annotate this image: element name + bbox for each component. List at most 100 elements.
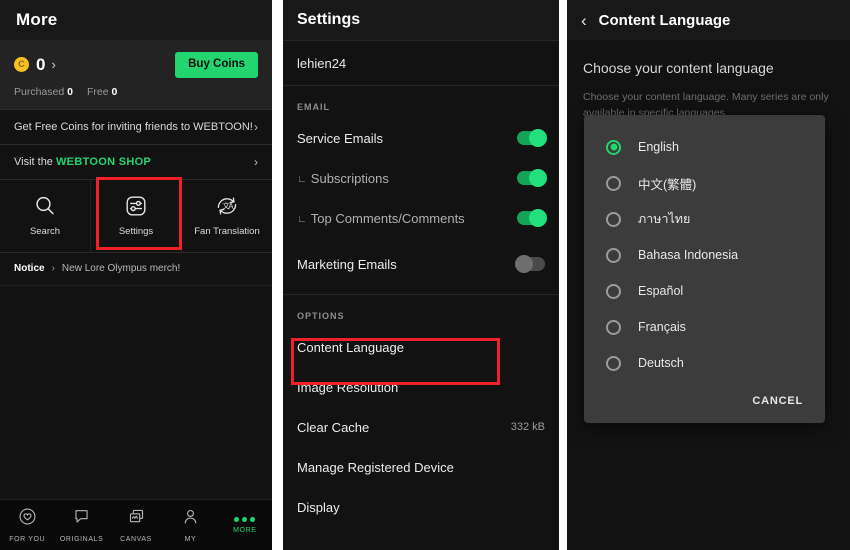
notice-row[interactable]: Notice › New Lore Olympus merch! [0, 253, 272, 286]
nav-item-more[interactable]: MORE [218, 500, 272, 550]
language-option-english[interactable]: English [584, 129, 825, 165]
content-language-panel: ‹ Content Language Choose your content l… [567, 0, 850, 550]
radio-icon [606, 355, 621, 371]
language-option-french[interactable]: Français [584, 309, 825, 345]
sliders-icon [124, 194, 148, 218]
quick-action-search[interactable]: Search [0, 180, 90, 252]
quick-action-grid: Search Settings 文 A Fan Translation [0, 178, 272, 253]
toggle-marketing-emails[interactable] [515, 255, 545, 273]
free-coins-label: Get Free Coins for inviting friends to W… [14, 120, 253, 133]
search-icon [33, 194, 57, 218]
toggle-top-comments[interactable] [517, 209, 547, 227]
language-select-dialog: English 中文(繁體) ภาษาไทย Bahasa Indonesia … [584, 115, 825, 423]
quick-action-settings[interactable]: Settings [90, 179, 181, 252]
radio-icon [606, 211, 621, 227]
setting-label: ∟ Top Comments/Comments [297, 211, 465, 226]
coin-balance-block: C 0 › Buy Coins Purchased 0 Free 0 [0, 40, 272, 109]
radio-icon [606, 139, 621, 155]
toggle-service-emails[interactable] [517, 129, 547, 147]
content-language-heading: Choose your content language [583, 60, 774, 76]
nav-label: ORIGINALS [59, 536, 104, 543]
coin-breakdown: Purchased 0 Free 0 [14, 86, 258, 98]
setting-label: Content Language [297, 339, 404, 355]
toggle-subscriptions[interactable] [517, 169, 547, 187]
language-option-label: Deutsch [638, 356, 684, 370]
quick-action-label: Fan Translation [194, 226, 260, 237]
setting-label: Display [297, 499, 340, 515]
chevron-right-icon: › [254, 154, 258, 169]
more-empty-space [0, 285, 272, 436]
screenshot-stage: More C 0 › Buy Coins Purchased 0 Free 0 … [0, 0, 850, 550]
quick-action-label: Settings [118, 226, 154, 237]
language-option-chinese-traditional[interactable]: 中文(繁體) [584, 165, 825, 201]
setting-row-top-comments[interactable]: ∟ Top Comments/Comments [283, 198, 559, 238]
language-option-indonesian[interactable]: Bahasa Indonesia [584, 237, 825, 273]
setting-row-display[interactable]: Display [283, 487, 559, 527]
notice-text: New Lore Olympus merch! [61, 263, 181, 274]
three-dots-icon [234, 516, 256, 522]
nav-item-for-you[interactable]: FOR YOU [0, 500, 54, 550]
setting-row-image-resolution[interactable]: Image Resolution [283, 367, 559, 407]
nav-label: CANVAS [120, 536, 152, 543]
shop-brand: WEBTOON SHOP [56, 155, 152, 168]
radio-icon [606, 319, 621, 335]
canvas-cards-icon [127, 507, 146, 531]
coin-balance-link[interactable]: C 0 › [14, 56, 56, 73]
page-title: Content Language [598, 11, 731, 29]
quick-action-fan-translation[interactable]: 文 A Fan Translation [181, 179, 272, 252]
setting-label: Service Emails [297, 130, 383, 146]
language-option-label: ภาษาไทย [638, 212, 691, 226]
language-option-thai[interactable]: ภาษาไทย [584, 201, 825, 237]
free-label: Free [86, 85, 109, 98]
nav-item-my[interactable]: MY [163, 500, 217, 550]
back-arrow-icon[interactable]: ‹ [581, 12, 587, 29]
setting-label: Marketing Emails [297, 256, 397, 272]
bottom-navigation: FOR YOU ORIGINALS CANVAS MY MORE [0, 499, 272, 550]
nav-label: MY [184, 536, 197, 543]
language-option-label: Español [638, 284, 684, 298]
language-option-label: Bahasa Indonesia [638, 248, 739, 262]
free-value: 0 [111, 85, 118, 98]
purchased-value: 0 [67, 85, 73, 98]
shop-label: Visit the WEBTOON SHOP [14, 156, 151, 168]
cancel-button[interactable]: CANCEL [752, 395, 803, 407]
toggle-knob [529, 209, 547, 227]
content-language-header: ‹ Content Language [567, 0, 850, 40]
svg-text:A: A [228, 202, 234, 211]
free-coins-link-row[interactable]: Get Free Coins for inviting friends to W… [0, 108, 272, 144]
language-option-spanish[interactable]: Español [584, 273, 825, 309]
account-row[interactable]: lehien24 [283, 40, 559, 86]
settings-panel: Settings lehien24 EMAIL Service Emails ∟… [283, 0, 559, 550]
purchased-label: Purchased [14, 85, 65, 98]
options-section-label: OPTIONS [297, 311, 345, 321]
nav-item-canvas[interactable]: CANVAS [109, 500, 163, 550]
username-value: lehien24 [297, 55, 347, 71]
toggle-knob [529, 169, 547, 187]
heart-circle-icon [18, 507, 37, 531]
language-option-german[interactable]: Deutsch [584, 345, 825, 381]
setting-row-subscriptions[interactable]: ∟ Subscriptions [283, 158, 559, 198]
coin-icon: C [14, 57, 29, 73]
setting-row-clear-cache[interactable]: Clear Cache 332 kB [283, 407, 559, 447]
webtoon-shop-link-row[interactable]: Visit the WEBTOON SHOP › [0, 143, 272, 179]
sub-item-corner-icon: ∟ [297, 213, 307, 225]
language-option-label: English [638, 140, 679, 154]
dialog-actions: CANCEL [584, 381, 825, 423]
toggle-knob [529, 129, 547, 147]
more-header: More [0, 0, 272, 40]
coin-amount: 0 [36, 55, 46, 75]
setting-row-content-language[interactable]: Content Language [283, 327, 559, 367]
nav-label: FOR YOU [9, 536, 46, 543]
nav-item-originals[interactable]: ORIGINALS [54, 500, 108, 550]
nav-label: MORE [233, 526, 257, 534]
setting-row-marketing-emails[interactable]: Marketing Emails [283, 244, 559, 284]
notice-label: Notice [14, 263, 45, 274]
setting-row-service-emails[interactable]: Service Emails [283, 118, 559, 158]
setting-row-manage-device[interactable]: Manage Registered Device [283, 447, 559, 487]
setting-label: Image Resolution [297, 379, 399, 395]
speech-bubble-icon [72, 507, 91, 531]
sub-item-corner-icon: ∟ [297, 173, 307, 185]
page-title: Settings [297, 11, 361, 28]
content-language-body: Choose your content language Choose your… [567, 40, 850, 122]
buy-coins-button[interactable]: Buy Coins [175, 52, 258, 78]
